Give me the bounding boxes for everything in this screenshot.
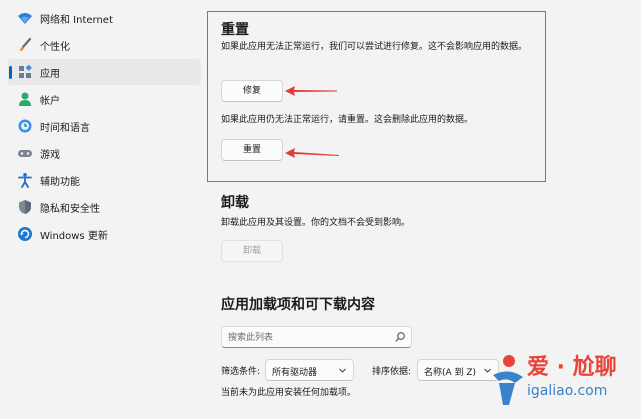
addons-section-title: 应用加载项和可下载内容 [221,297,375,313]
reset-description: 如果此应用仍无法正常运行，请重置。这会删除此应用的数据。 [221,115,474,125]
sidebar-item-privacy[interactable]: 隐私和安全性 [8,194,201,220]
sidebar-item-network[interactable]: 网络和 Internet [8,5,201,31]
sidebar-item-label: 帐户 [40,96,60,107]
windows-update-icon [17,226,33,242]
annotation-arrow [285,86,337,96]
sidebar-item-label: 应用 [40,69,60,80]
gamepad-icon [17,145,33,161]
search-box[interactable] [221,326,412,348]
paintbrush-icon [17,37,33,53]
reset-section-title: 重置 [221,22,249,38]
accessibility-icon [17,172,33,188]
apps-icon [17,64,33,80]
account-icon [17,91,33,107]
shield-icon [17,199,33,215]
sidebar-item-time-language[interactable]: 时间和语言 [8,113,201,139]
time-language-icon [17,118,33,134]
sidebar-item-label: 游戏 [40,150,60,161]
sidebar-item-label: 网络和 Internet [40,15,113,26]
sidebar-item-label: 个性化 [40,42,70,53]
sidebar-item-label: 隐私和安全性 [40,204,100,215]
watermark-url: igaliao.com [527,383,608,399]
filter-dropdown-value: 所有驱动器 [272,368,318,378]
uninstall-description: 卸载此应用及其设置。你的文档不会受到影响。 [221,218,411,228]
sidebar-item-gaming[interactable]: 游戏 [8,140,201,166]
annotation-arrow [285,148,339,158]
uninstall-button[interactable]: 卸载 [221,240,283,262]
sort-label: 排序依据: [372,367,412,377]
sidebar-item-label: 辅助功能 [40,177,80,188]
chevron-down-icon [339,368,346,373]
watermark-logo-icon [493,355,523,405]
sidebar-item-windows-update[interactable]: Windows 更新 [8,221,201,247]
selection-indicator [9,66,12,79]
sidebar-item-accessibility[interactable]: 辅助功能 [8,167,201,193]
sidebar: 网络和 Internet 个性化 应用 帐户 时间和语言 游戏 辅助功能 隐私和… [0,0,205,419]
sidebar-item-label: 时间和语言 [40,123,90,134]
sidebar-item-accounts[interactable]: 帐户 [8,86,201,112]
sidebar-item-apps[interactable]: 应用 [8,59,201,85]
sidebar-item-personalization[interactable]: 个性化 [8,32,201,58]
reset-button[interactable]: 重置 [221,139,283,161]
filter-dropdown[interactable]: 所有驱动器 [265,359,354,381]
repair-description: 如果此应用无法正常运行，我们可以尝试进行修复。这不会影响应用的数据。 [221,42,528,52]
sort-dropdown-value: 名称(A 到 Z) [424,368,477,378]
uninstall-section-title: 卸载 [221,195,249,211]
addons-empty-message: 当前未为此应用安装任何加载项。 [221,388,357,398]
watermark-text: 爱 · 尬聊 [527,355,617,380]
watermark: 爱 · 尬聊 igaliao.com [487,347,641,419]
sidebar-item-label: Windows 更新 [40,231,108,242]
wifi-icon [17,10,33,26]
filter-label: 筛选条件: [221,367,261,377]
search-input[interactable] [228,330,388,345]
search-icon [395,332,405,342]
repair-button[interactable]: 修复 [221,80,283,102]
